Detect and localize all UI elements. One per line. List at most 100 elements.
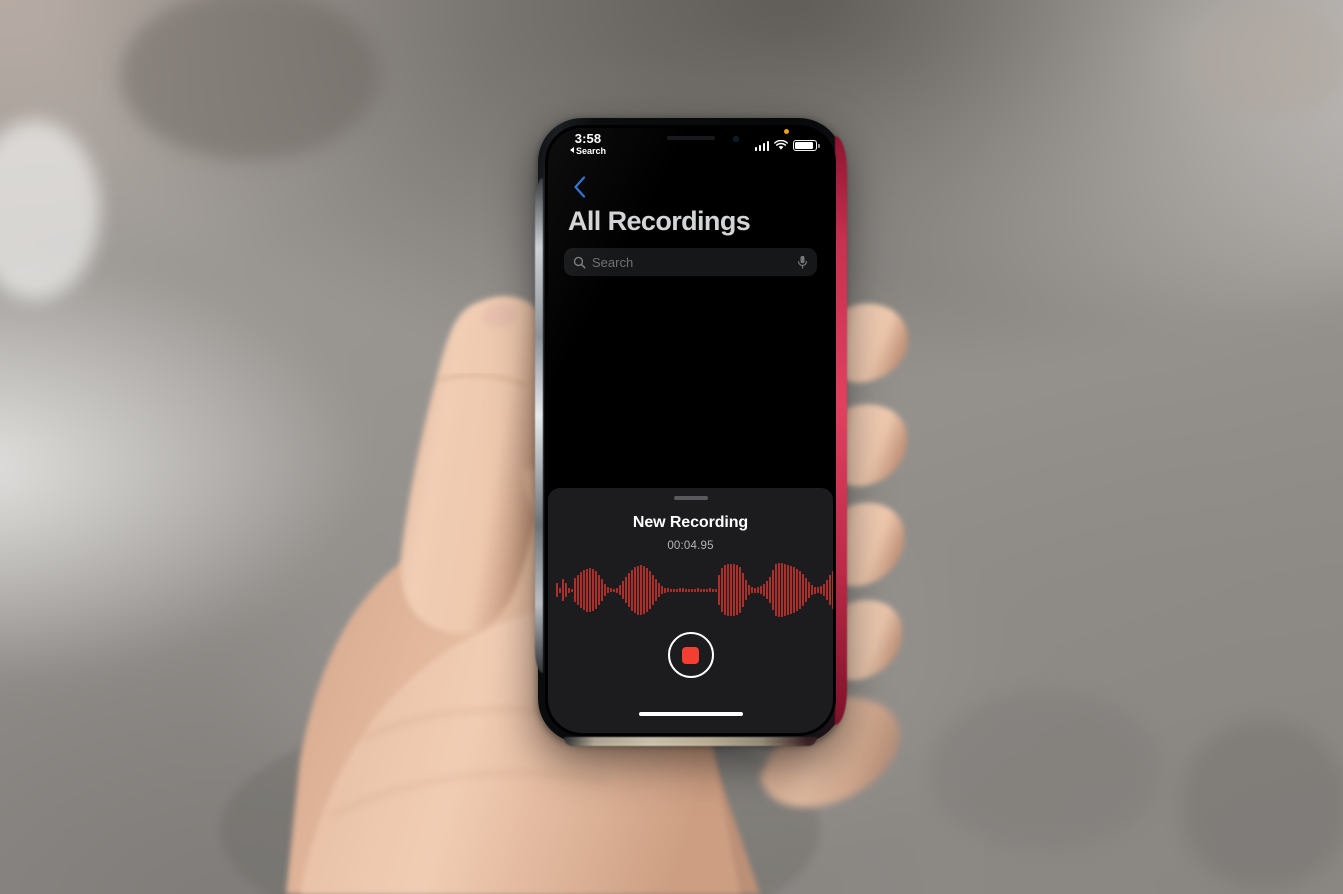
waveform-bar [571,588,573,592]
waveform-bar [790,566,792,614]
phone-bezel: 3:58 Search All Recordings Search New Re… [545,125,836,736]
cellular-bars-icon [754,140,769,151]
search-field[interactable]: Search [564,248,817,276]
waveform-bar [787,565,789,615]
waveform-bar [748,585,750,595]
waveform-bar [823,584,825,596]
phone-bottom-band [564,737,817,746]
waveform-bar [781,563,783,617]
waveform-bar [589,568,591,612]
waveform-bar [802,574,804,606]
phone-left-band [535,178,543,673]
waveform [556,562,833,618]
waveform-bar [796,569,798,611]
status-bar-left: 3:58 Search [570,132,606,156]
earpiece-speaker-icon [666,136,715,140]
waveform-bar [751,587,753,593]
sheet-grabber[interactable] [673,496,708,500]
waveform-bar [811,585,813,595]
microphone-in-use-icon [784,129,789,134]
waveform-bar [775,564,777,616]
recordings-list[interactable] [548,278,833,494]
waveform-bar [646,568,648,612]
waveform-bar [559,587,561,593]
waveform-bar [604,584,606,596]
waveform-bar [616,587,618,593]
recording-elapsed-time: 00:04.95 [667,540,714,552]
waveform-bar [832,571,833,609]
waveform-bar [601,579,603,601]
waveform-bar [712,588,714,592]
search-icon [573,256,586,269]
phone-screen: 3:58 Search All Recordings Search New Re… [548,128,833,733]
waveform-bar [769,577,771,603]
waveform-bar [718,575,720,605]
waveform-bar [727,564,729,616]
waveform-bar [598,575,600,605]
waveform-bar [622,581,624,599]
waveform-bar [736,565,738,615]
waveform-bar [643,566,645,614]
waveform-bar [676,588,678,592]
waveform-bar [628,573,630,607]
waveform-bar [730,564,732,616]
waveform-bar [682,588,684,592]
waveform-bar [556,583,558,597]
waveform-bar [691,588,693,592]
waveform-bar [697,588,699,592]
waveform-bar [562,579,564,601]
waveform-bar [757,587,759,593]
waveform-bar [586,568,588,612]
waveform-bar [610,588,612,592]
waveform-bar [799,571,801,609]
waveform-bar [619,585,621,595]
back-button[interactable] [566,174,592,200]
home-indicator[interactable] [638,712,743,716]
waveform-bar [808,582,810,598]
waveform-bar [733,564,735,616]
waveform-bar [742,573,744,607]
status-time: 3:58 [574,131,602,146]
waveform-bar [640,565,642,615]
waveform-bar [715,588,717,592]
waveform-bar [634,567,636,613]
wifi-icon [774,139,788,151]
waveform-bar [694,588,696,592]
stop-recording-button[interactable] [667,632,714,678]
waveform-bar [655,579,657,601]
waveform-bar [703,588,705,592]
waveform-bar [793,567,795,613]
recording-title[interactable]: New Recording [548,514,833,532]
return-to-app-indicator[interactable]: Search [570,145,607,156]
waveform-bar [826,580,828,600]
waveform-bar [772,570,774,610]
stop-square-icon [682,646,699,664]
waveform-bar [700,588,702,592]
waveform-bar [778,563,780,617]
waveform-bar [784,564,786,616]
waveform-bar [739,567,741,613]
waveform-bar [574,578,576,602]
return-to-app-label: Search [576,145,607,156]
waveform-bar [664,587,666,593]
waveform-bar [652,575,654,605]
notch [624,128,757,152]
waveform-bar [754,587,756,593]
waveform-bar [829,575,831,605]
waveform-bar [763,584,765,596]
waveform-bar [670,588,672,592]
waveform-bar [685,588,687,592]
waveform-bar [817,587,819,593]
waveform-bar [649,571,651,609]
waveform-bar [679,588,681,592]
waveform-bar [709,588,711,592]
microphone-icon[interactable] [797,255,808,269]
waveform-bar [607,587,609,593]
waveform-bar [583,570,585,610]
waveform-bar [568,587,570,593]
waveform-bar [577,575,579,605]
waveform-bar [805,578,807,602]
screenshot-scene: 3:58 Search All Recordings Search New Re… [0,0,1343,894]
waveform-bar [637,565,639,615]
front-camera-icon [732,136,739,142]
